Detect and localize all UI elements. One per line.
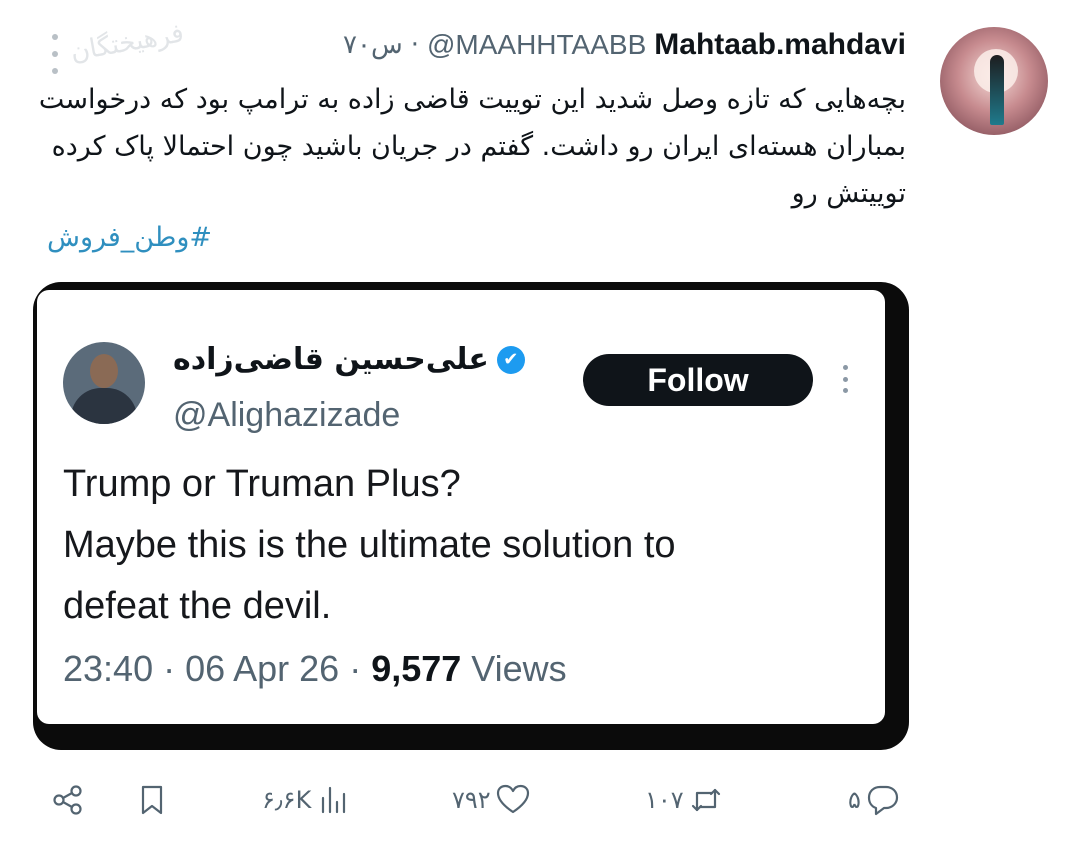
quoted-avatar (63, 342, 145, 424)
more-options-icon[interactable] (48, 34, 62, 74)
reply-button[interactable]: ۵ (848, 770, 901, 830)
reply-icon (867, 785, 898, 816)
hashtag-link[interactable]: #وطن_فروش (47, 222, 212, 253)
embedded-image[interactable]: علی‌حسین قاضی‌زاده ✔ @Alighazizade Follo… (33, 282, 909, 750)
quoted-text: Trump or Truman Plus? Maybe this is the … (63, 454, 863, 637)
retweets-count: ۱۰۷ (645, 786, 684, 814)
views-button[interactable]: ۶٫۶K (262, 770, 351, 830)
watermark-logo: فرهیختگان (68, 18, 187, 68)
heart-icon (496, 784, 529, 814)
analytics-icon (322, 786, 346, 814)
avatar-figure (990, 55, 1004, 125)
quoted-display-name: علی‌حسین قاضی‌زاده (173, 342, 489, 377)
author-handle[interactable]: @MAAHHTAABB (427, 29, 646, 61)
quoted-timestamp: 23:40 · 06 Apr 26 · (63, 648, 372, 689)
verified-badge-icon: ✔ (496, 345, 525, 374)
quoted-meta: 23:40 · 06 Apr 26 · 9,577 Views (63, 648, 567, 690)
quoted-more-icon (843, 365, 849, 393)
likes-count: ۷۹۲ (452, 786, 491, 814)
action-bar: ۶٫۶K ۷۹۲ ۱۰۷ ۵ (0, 770, 1080, 830)
bookmark-icon (141, 785, 163, 815)
tweet-text: بچه‌هایی که تازه وصل شدید این توییت قاضی… (38, 84, 906, 209)
follow-button: Follow (583, 354, 813, 406)
like-button[interactable]: ۷۹۲ (452, 770, 531, 830)
quoted-line-1: Trump or Truman Plus? (63, 463, 461, 505)
quoted-views-label: Views (461, 648, 567, 689)
quoted-line-3: defeat the devil. (63, 585, 332, 627)
replies-count: ۵ (848, 786, 861, 814)
author-name[interactable]: Mahtaab.mahdavi (654, 28, 906, 62)
header-separator: · (410, 30, 419, 60)
quoted-tweet-screenshot: علی‌حسین قاضی‌زاده ✔ @Alighazizade Follo… (37, 290, 885, 724)
retweet-button[interactable]: ۱۰۷ (645, 770, 724, 830)
tweet-time[interactable]: ۷۰س (343, 30, 403, 60)
quoted-line-2: Maybe this is the ultimate solution to (63, 524, 676, 566)
retweet-icon (691, 788, 720, 812)
quoted-handle: @Alighazizade (173, 396, 401, 434)
quoted-views-count: 9,577 (371, 648, 462, 689)
bookmark-button[interactable] (134, 770, 170, 830)
views-count: ۶٫۶K (262, 786, 312, 814)
share-icon (53, 785, 82, 815)
quoted-name-row: علی‌حسین قاضی‌زاده ✔ (173, 342, 525, 377)
tweet-header: ۷۰س · @MAAHHTAABB Mahtaab.mahdavi (343, 26, 906, 64)
share-button[interactable] (50, 770, 86, 830)
author-avatar[interactable] (940, 27, 1048, 135)
